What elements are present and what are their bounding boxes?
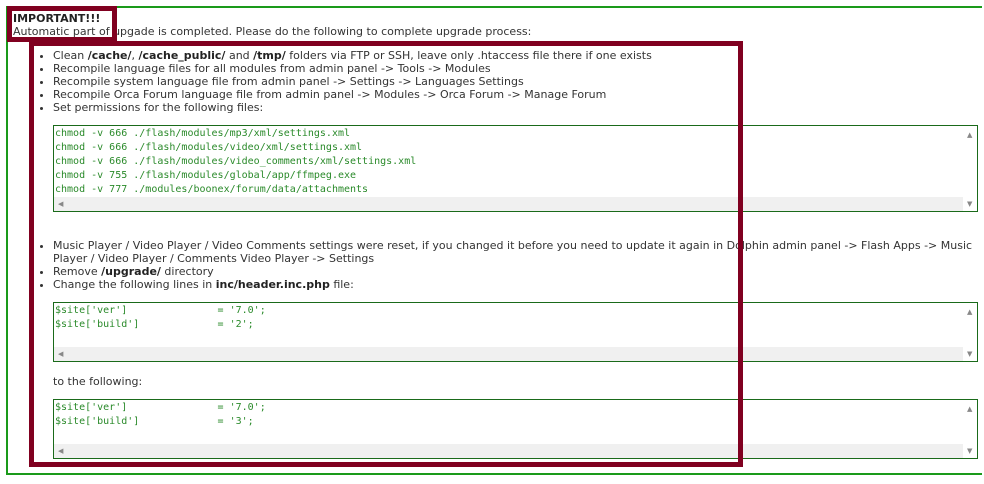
annotation-box-instructions xyxy=(29,41,743,467)
scroll-down-icon[interactable]: ▼ xyxy=(967,350,972,358)
scroll-up-icon[interactable]: ▲ xyxy=(967,308,972,316)
scroll-down-icon[interactable]: ▼ xyxy=(967,200,972,208)
annotation-box-heading xyxy=(7,6,117,42)
scroll-down-icon[interactable]: ▼ xyxy=(967,447,972,455)
scroll-up-icon[interactable]: ▲ xyxy=(967,131,972,139)
vertical-scrollbar[interactable]: ▲ ▼ xyxy=(963,303,977,361)
vertical-scrollbar[interactable]: ▲ ▼ xyxy=(963,400,977,458)
vertical-scrollbar[interactable]: ▲ ▼ xyxy=(963,126,977,211)
scroll-up-icon[interactable]: ▲ xyxy=(967,405,972,413)
